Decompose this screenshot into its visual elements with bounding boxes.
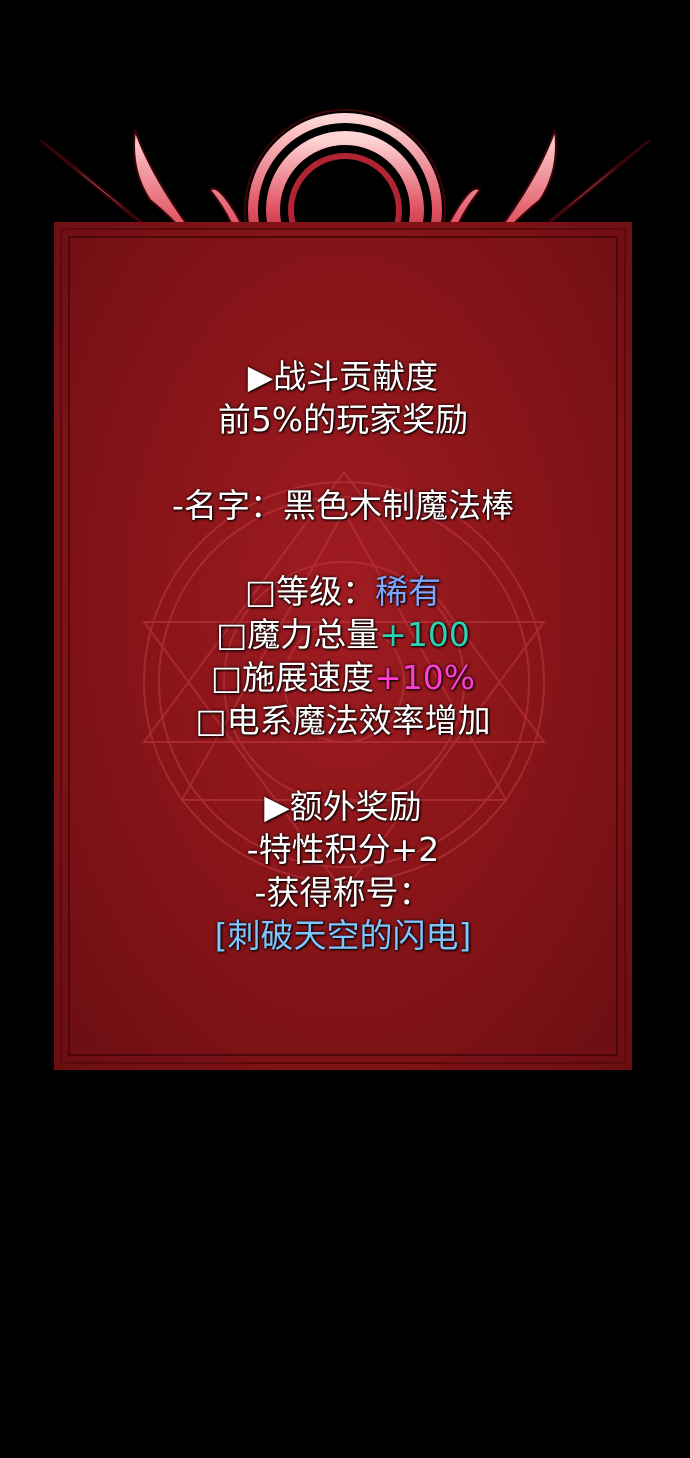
reward-panel: ▶战斗贡献度 前5%的玩家奖励 -名字：黑色木制魔法棒 □等级：稀有 □魔力总量…: [54, 222, 632, 1070]
stat-mana: □魔力总量+100: [54, 613, 632, 656]
item-name: -名字：黑色木制魔法棒: [172, 486, 514, 525]
stat-rarity-label: □等级：: [244, 572, 376, 611]
trait-points: -特性积分+2: [246, 830, 440, 869]
stat-rarity: □等级：稀有: [54, 570, 632, 613]
stat-lightning-efficiency: □电系魔法效率增加: [195, 701, 491, 740]
stat-mana-label: □魔力总量: [216, 615, 380, 654]
stat-cast-speed-value: +10%: [374, 658, 476, 697]
title-obtained-label: -获得称号：: [254, 873, 432, 912]
stat-mana-value: +100: [379, 615, 470, 654]
top-percent-reward-label: 前5%的玩家奖励: [217, 400, 469, 439]
extra-reward-header: ▶额外奖励: [264, 787, 422, 826]
stat-cast-speed-label: □施展速度: [210, 658, 375, 697]
battle-contribution-header: ▶战斗贡献度: [247, 357, 439, 396]
reward-text: ▶战斗贡献度 前5%的玩家奖励 -名字：黑色木制魔法棒 □等级：稀有 □魔力总量…: [54, 222, 632, 957]
title-obtained-value: [刺破天空的闪电]: [214, 916, 472, 955]
stat-cast-speed: □施展速度+10%: [54, 656, 632, 699]
stat-rarity-value: 稀有: [375, 572, 442, 611]
